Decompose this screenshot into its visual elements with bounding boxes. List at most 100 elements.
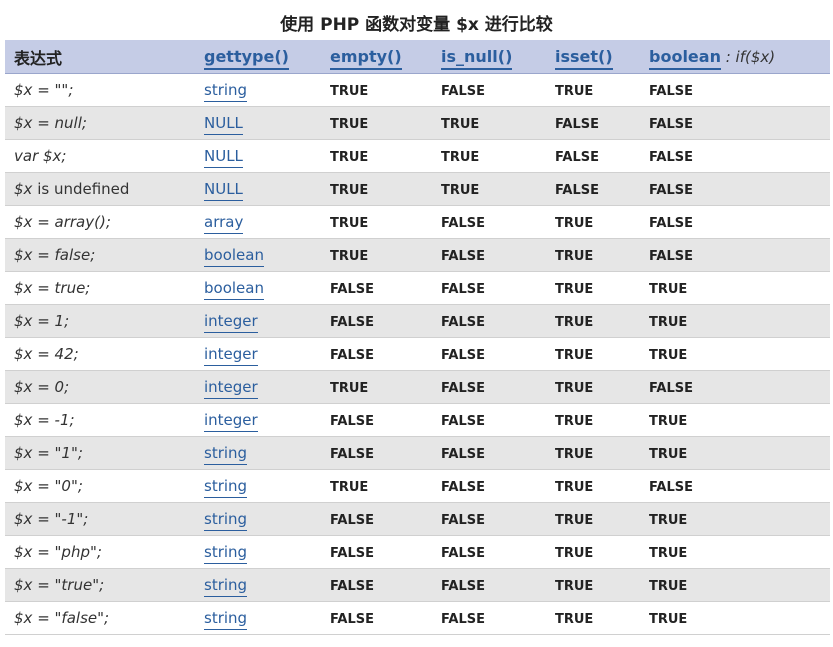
header-is-null: is_null() [432, 40, 546, 74]
expression-cell: $x = "true"; [14, 576, 105, 594]
empty-value: FALSE [330, 414, 374, 429]
expression-cell: $x = -1; [14, 411, 75, 429]
type-link[interactable]: array [204, 213, 244, 234]
type-link[interactable]: integer [204, 345, 258, 366]
table-body: $x = ""; string TRUE FALSE TRUE FALSE $x = nul… [5, 73, 830, 635]
type-link[interactable]: string [204, 81, 248, 102]
expression-cell-cell: $x = "true"; [5, 568, 195, 602]
empty-value-cell: TRUE [321, 139, 432, 173]
isset-value-cell: TRUE [546, 205, 640, 239]
type-link[interactable]: string [204, 609, 248, 630]
boolean-value-cell: TRUE [640, 271, 830, 305]
type-link[interactable]: integer [204, 312, 258, 333]
boolean-value: FALSE [649, 249, 693, 264]
is-null-value: TRUE [441, 117, 480, 132]
empty-value: FALSE [330, 546, 374, 561]
isset-value-cell: FALSE [546, 139, 640, 173]
header-expression: 表达式 [5, 40, 195, 74]
boolean-value: TRUE [649, 315, 688, 330]
type-link[interactable]: string [204, 444, 248, 465]
header-row: 表达式 gettype() empty() is_null() isset() … [5, 40, 830, 74]
is-null-value: FALSE [441, 315, 485, 330]
expression-cell: $x = false; [14, 246, 96, 264]
boolean-value-cell: TRUE [640, 601, 830, 635]
type-link[interactable]: NULL [204, 180, 243, 201]
expression-cell-cell: $x = true; [5, 271, 195, 305]
expression-cell-cell: $x = "1"; [5, 436, 195, 470]
boolean-value-cell: TRUE [640, 502, 830, 536]
type-link[interactable]: NULL [204, 147, 243, 168]
type-link[interactable]: NULL [204, 114, 243, 135]
expression-cell-cell: $x = "php"; [5, 535, 195, 569]
header-expression-label: 表达式 [14, 48, 63, 68]
table-row: $x = "php"; string FALSE FALSE TRUE TRUE [5, 535, 830, 569]
is-null-value-cell: FALSE [432, 73, 546, 107]
isset-link[interactable]: isset() [555, 47, 613, 70]
table-row: $x = "false"; string FALSE FALSE TRUE TRUE [5, 601, 830, 635]
empty-value-cell: TRUE [321, 73, 432, 107]
expression-cell-cell: $x = ""; [5, 73, 195, 107]
is-null-link[interactable]: is_null() [441, 47, 513, 70]
empty-value: FALSE [330, 579, 374, 594]
isset-value: TRUE [555, 216, 594, 231]
expression-cell: $x = 42; [14, 345, 79, 363]
is-null-value-cell: FALSE [432, 403, 546, 437]
expression-cell-cell: var $x; [5, 139, 195, 173]
is-null-value: FALSE [441, 546, 485, 561]
empty-value-cell: FALSE [321, 337, 432, 371]
boolean-value-cell: FALSE [640, 73, 830, 107]
isset-value-cell: TRUE [546, 601, 640, 635]
expression-cell: $x = null; [14, 114, 87, 132]
type-link[interactable]: boolean [204, 279, 264, 300]
type-link[interactable]: string [204, 477, 248, 498]
boolean-value: FALSE [649, 183, 693, 198]
comparison-table: 表达式 gettype() empty() is_null() isset() … [5, 40, 830, 635]
table-row: $x = 0; integer TRUE FALSE TRUE FALSE [5, 370, 830, 404]
isset-value: FALSE [555, 150, 599, 165]
isset-value-cell: TRUE [546, 238, 640, 272]
isset-value-cell: TRUE [546, 271, 640, 305]
is-null-value: FALSE [441, 414, 485, 429]
empty-value: TRUE [330, 249, 369, 264]
table-row: var $x; NULL TRUE TRUE FALSE FALSE [5, 139, 830, 173]
type-cell: string [195, 535, 321, 569]
boolean-value-cell: TRUE [640, 535, 830, 569]
empty-value-cell: FALSE [321, 436, 432, 470]
empty-value: TRUE [330, 117, 369, 132]
is-null-value: TRUE [441, 183, 480, 198]
type-link[interactable]: boolean [204, 246, 264, 267]
expression-cell: $x = "1"; [14, 444, 83, 462]
boolean-value: TRUE [649, 414, 688, 429]
header-gettype: gettype() [195, 40, 321, 74]
isset-value: TRUE [555, 348, 594, 363]
type-cell: integer [195, 370, 321, 404]
isset-value: TRUE [555, 315, 594, 330]
expression-cell: $x is undefined [14, 180, 130, 198]
type-link[interactable]: string [204, 576, 248, 597]
boolean-value-cell: TRUE [640, 304, 830, 338]
header-empty: empty() [321, 40, 432, 74]
header-boolean: boolean : if($x) [640, 40, 830, 74]
empty-value: FALSE [330, 612, 374, 627]
empty-value: FALSE [330, 348, 374, 363]
gettype-link[interactable]: gettype() [204, 47, 289, 70]
empty-link[interactable]: empty() [330, 47, 402, 70]
table-caption: 使用 PHP 函数对变量 $x 进行比较 [280, 15, 553, 35]
is-null-value-cell: FALSE [432, 337, 546, 371]
table-row: $x = -1; integer FALSE FALSE TRUE TRUE [5, 403, 830, 437]
type-link[interactable]: string [204, 510, 248, 531]
type-link[interactable]: string [204, 543, 248, 564]
expression-cell-cell: $x = "false"; [5, 601, 195, 635]
boolean-link[interactable]: boolean [649, 47, 721, 70]
type-link[interactable]: integer [204, 411, 258, 432]
table-row: $x = "0"; string TRUE FALSE TRUE FALSE [5, 469, 830, 503]
expression-cell: $x = 0; [14, 378, 70, 396]
type-link[interactable]: integer [204, 378, 258, 399]
expression-cell: $x = 1; [14, 312, 70, 330]
isset-value: FALSE [555, 117, 599, 132]
empty-value: FALSE [330, 282, 374, 297]
expression-cell-cell: $x = null; [5, 106, 195, 140]
isset-value-cell: TRUE [546, 568, 640, 602]
isset-value: TRUE [555, 249, 594, 264]
is-null-value-cell: FALSE [432, 502, 546, 536]
